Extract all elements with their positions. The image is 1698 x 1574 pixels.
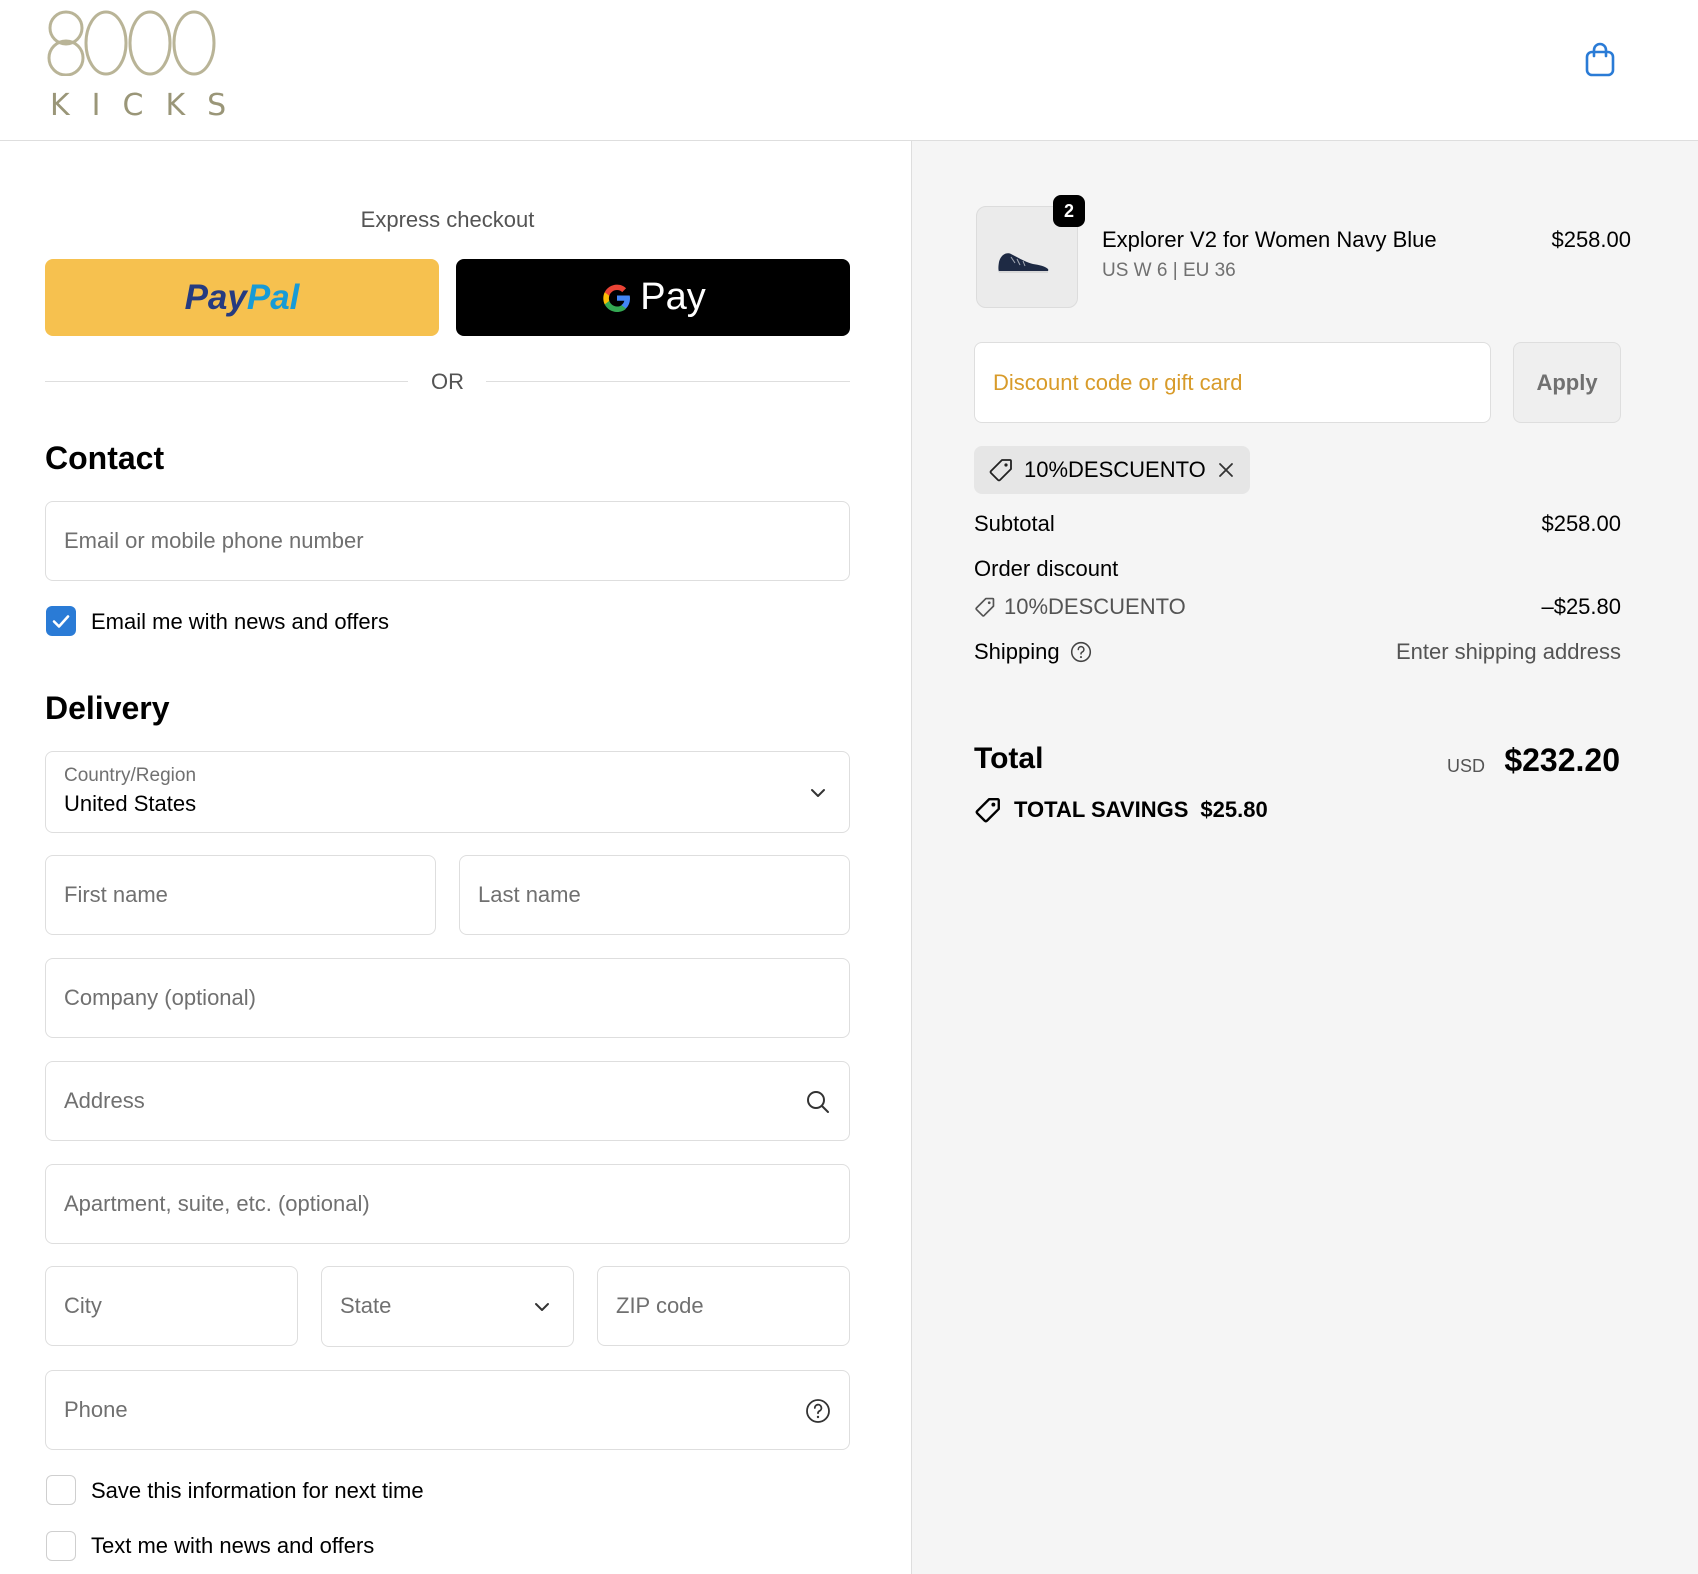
apartment-placeholder: Apartment, suite, etc. (optional) [64, 1191, 370, 1216]
discount-placeholder: Discount code or gift card [993, 370, 1243, 395]
order-discount-row: Order discount [974, 556, 1621, 582]
paypal-label-pay: Pay [184, 277, 247, 317]
save-info-label[interactable]: Save this information for next time [91, 1478, 424, 1504]
apartment-field[interactable]: Apartment, suite, etc. (optional) [45, 1164, 850, 1244]
apply-button[interactable]: Apply [1513, 342, 1621, 423]
applied-discount-code: 10%DESCUENTO [1024, 457, 1206, 482]
paypal-label-pal: Pal [246, 277, 300, 317]
divider-line-right [486, 381, 850, 382]
country-select[interactable]: Country/Region United States [45, 751, 850, 833]
checkmark-icon [52, 615, 70, 628]
google-g-icon [603, 284, 631, 312]
news-checkbox[interactable] [46, 606, 76, 636]
logo-word: KICKS [50, 88, 249, 123]
remove-discount-icon[interactable] [1216, 460, 1236, 480]
company-placeholder: Company (optional) [64, 985, 256, 1010]
chevron-down-icon [535, 1303, 549, 1311]
address-placeholder: Address [64, 1088, 145, 1113]
savings-label: TOTAL SAVINGS [1014, 797, 1189, 822]
save-info-checkbox[interactable] [46, 1475, 76, 1505]
tag-icon [975, 597, 995, 617]
logo-8000-mark [47, 10, 216, 76]
total-savings: TOTAL SAVINGS $25.80 [974, 796, 1268, 824]
last-name-field[interactable]: Last name [459, 855, 850, 935]
discount-code-input[interactable]: Discount code or gift card [974, 342, 1491, 423]
company-field[interactable]: Company (optional) [45, 958, 850, 1038]
city-placeholder: City [64, 1293, 102, 1318]
quantity-badge: 2 [1053, 195, 1085, 227]
savings-value: $25.80 [1200, 797, 1268, 822]
shipping-value: Enter shipping address [1395, 639, 1621, 664]
help-icon[interactable] [1070, 641, 1092, 663]
zip-placeholder: ZIP code [616, 1293, 704, 1318]
country-label: Country/Region [64, 765, 197, 786]
savings-tag-icon [975, 798, 1000, 823]
zip-field[interactable]: ZIP code [597, 1266, 850, 1346]
text-me-label[interactable]: Text me with news and offers [91, 1533, 374, 1559]
city-field[interactable]: City [45, 1266, 298, 1346]
total-currency: USD [1446, 756, 1485, 776]
or-label: OR [431, 369, 464, 394]
first-name-field[interactable]: First name [45, 855, 436, 935]
discount-code-text: 10%DESCUENTO [1004, 594, 1186, 619]
shipping-row: Shipping Enter shipping address [974, 639, 1621, 665]
discount-code-row: 10%DESCUENTO –$25.80 [974, 594, 1621, 624]
tag-icon [989, 459, 1012, 482]
email-field[interactable]: Email or mobile phone number [45, 501, 850, 581]
discount-code-line: 10%DESCUENTO [974, 594, 1186, 620]
subtotal-label: Subtotal [974, 511, 1055, 536]
news-checkbox-label[interactable]: Email me with news and offers [91, 609, 389, 635]
express-checkout-title: Express checkout [360, 207, 535, 232]
state-select[interactable]: State [321, 1266, 574, 1347]
order-discount-label: Order discount [974, 556, 1119, 581]
help-icon[interactable] [805, 1398, 831, 1424]
last-name-placeholder: Last name [478, 882, 581, 907]
product-price: $258.00 [1551, 227, 1631, 252]
country-value: United States [64, 791, 197, 816]
text-me-checkbox[interactable] [46, 1531, 76, 1561]
header: KICKS [0, 0, 1698, 141]
discount-value: –$25.80 [1541, 594, 1621, 619]
phone-field[interactable]: Phone [45, 1370, 850, 1450]
google-pay-label: Pay [640, 276, 706, 318]
shipping-label-wrap: Shipping [974, 639, 1092, 665]
phone-placeholder: Phone [64, 1397, 128, 1422]
subtotal-value: $258.00 [1541, 511, 1621, 536]
applied-discount-chip: 10%DESCUENTO [974, 446, 1250, 494]
subtotal-row: Subtotal $258.00 [974, 511, 1621, 537]
contact-title: Contact [45, 440, 165, 476]
email-placeholder: Email or mobile phone number [64, 528, 364, 553]
product-name: Explorer V2 for Women Navy Blue [1102, 227, 1437, 252]
search-icon[interactable] [805, 1089, 831, 1115]
shipping-label: Shipping [974, 639, 1060, 664]
google-pay-button[interactable]: Pay [456, 259, 850, 336]
logo[interactable]: KICKS [44, 10, 226, 123]
state-placeholder: State [340, 1293, 392, 1318]
first-name-placeholder: First name [64, 882, 168, 907]
address-field[interactable]: Address [45, 1061, 850, 1141]
shopping-bag-icon[interactable] [1584, 42, 1616, 78]
total-value: $232.20 [1504, 742, 1620, 778]
chevron-down-icon [811, 789, 825, 797]
total-label: Total [974, 742, 1044, 775]
order-summary: 2 Explorer V2 for Women Navy Blue US W 6… [911, 141, 1698, 1574]
delivery-title: Delivery [45, 690, 170, 726]
paypal-button[interactable]: Pay Pal [45, 259, 439, 336]
or-divider: OR [45, 367, 850, 397]
product-variant: US W 6 | EU 36 [1102, 260, 1236, 281]
checkout-form: Express checkout Pay Pal Pay OR Contact E… [0, 141, 911, 1574]
